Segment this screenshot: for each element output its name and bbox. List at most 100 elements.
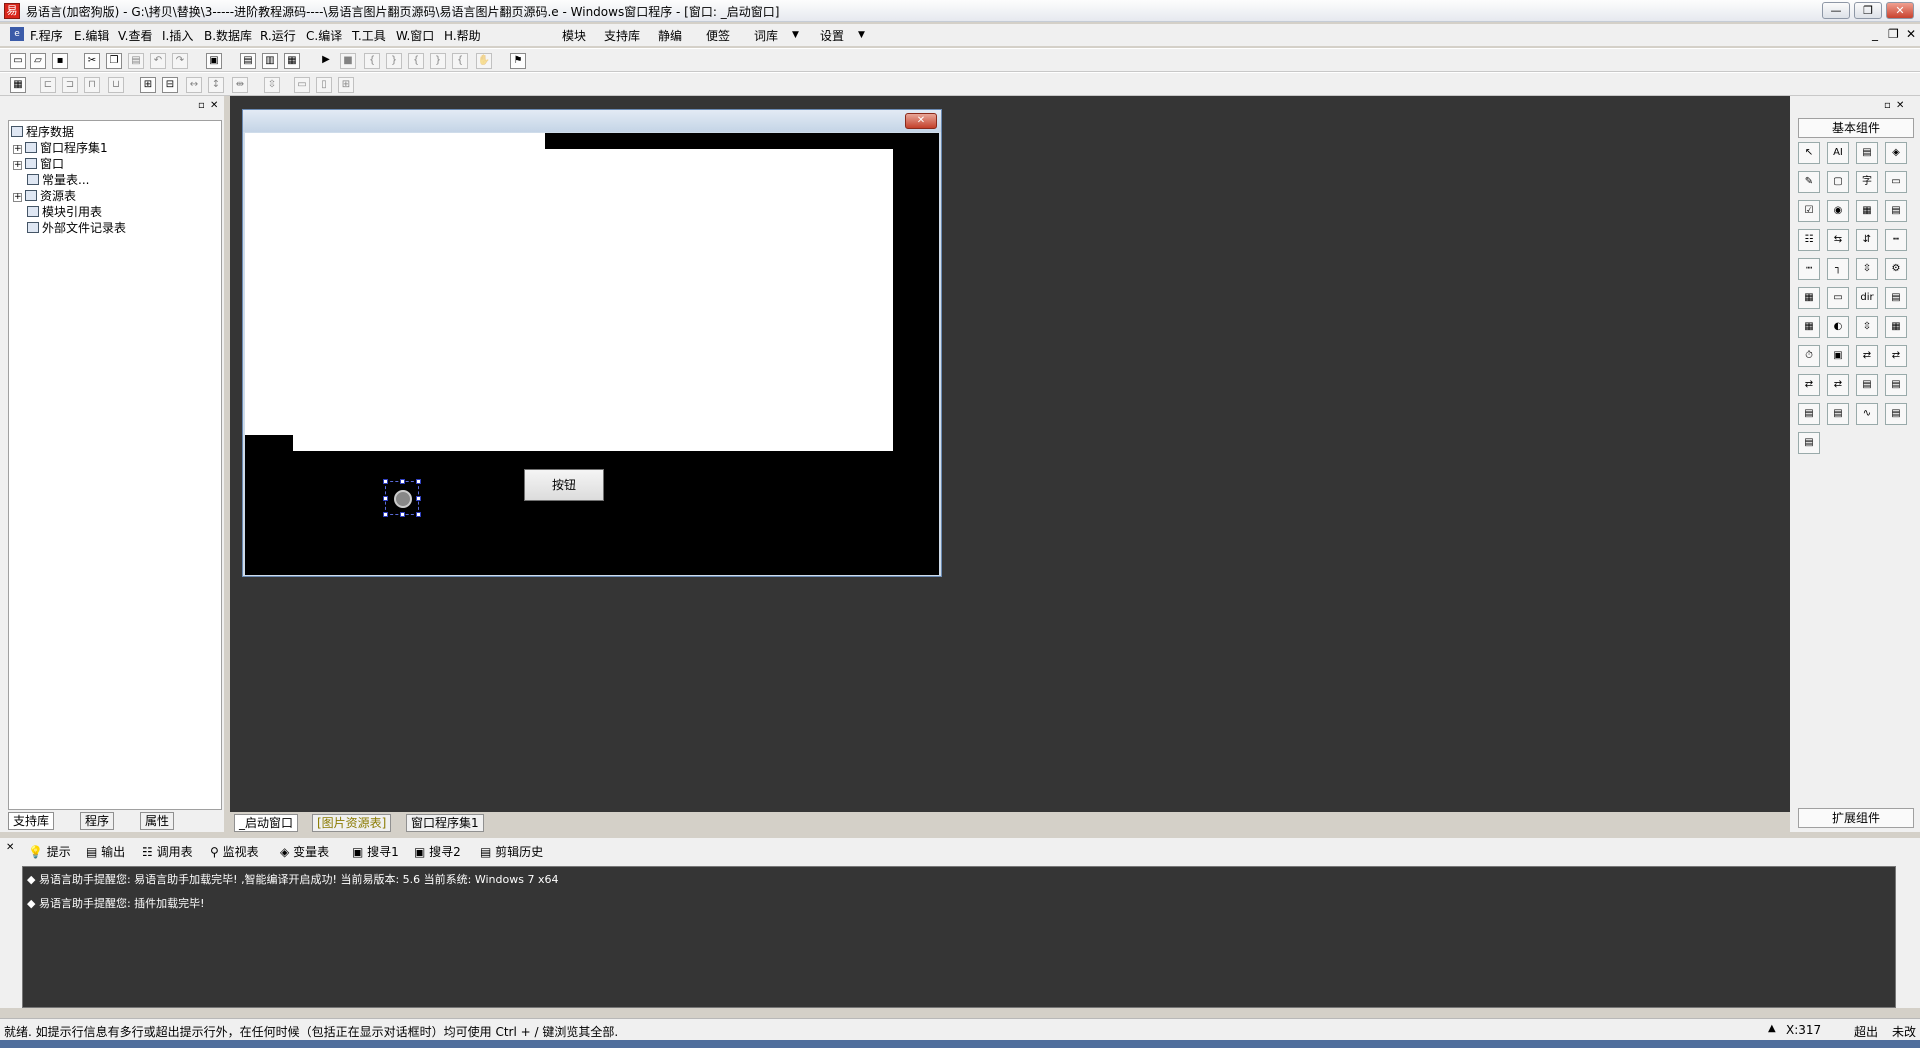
calendar-icon[interactable]: ▦ [1798, 287, 1820, 309]
editbox-icon[interactable]: ✎ [1798, 171, 1820, 193]
copy-icon[interactable]: ❐ [106, 53, 122, 69]
grid-view-icon[interactable]: ▤ [1885, 374, 1907, 396]
tab-form-assembly[interactable]: 窗口程序集1 [406, 814, 484, 832]
tab-startup-window[interactable]: _启动窗口 [234, 814, 299, 832]
tab-properties[interactable]: 属性 [140, 812, 175, 830]
filebox-icon[interactable]: ▤ [1885, 287, 1907, 309]
combobox-icon[interactable]: ▦ [1856, 200, 1878, 222]
socket-icon[interactable]: ⇄ [1798, 374, 1820, 396]
width-icon[interactable]: ↔ [186, 77, 202, 93]
tree-item-external-files[interactable]: 外部文件记录表 [27, 219, 126, 236]
panel-pin-icon[interactable]: ▫ [1884, 100, 1891, 111]
resize-handle[interactable] [400, 512, 405, 517]
drivebox-icon[interactable]: ▭ [1827, 287, 1849, 309]
tab-variables[interactable]: ◈ 变量表 [280, 843, 329, 860]
button-icon[interactable]: ▭ [1885, 171, 1907, 193]
menu-compile[interactable]: C.编译 [306, 27, 342, 44]
tree-item-window[interactable]: + 窗口 [13, 155, 64, 172]
hand-icon[interactable]: ✋ [476, 53, 492, 69]
undo-icon[interactable]: ↶ [150, 53, 166, 69]
output-textbox[interactable]: ◆ 易语言助手提醒您: 易语言助手加载完毕! ,智能编译开启成功! 当前易版本:… [22, 866, 1896, 1008]
grid-icon[interactable]: ⊞ [338, 77, 354, 93]
mdi-restore-button[interactable]: ❐ [1888, 27, 1899, 41]
splitter-icon[interactable]: ⇳ [1856, 316, 1878, 338]
tree-root[interactable]: 程序数据 [11, 123, 74, 140]
db-provider-icon[interactable]: ▤ [1798, 403, 1820, 425]
redo-icon[interactable]: ↷ [172, 53, 188, 69]
menu-static-compile[interactable]: 静编 [658, 27, 682, 44]
app-menu-icon[interactable]: e [10, 27, 24, 41]
step4-icon[interactable]: } [430, 53, 446, 69]
dirbox-icon[interactable]: dir [1856, 287, 1878, 309]
chart-icon[interactable]: ∿ [1856, 403, 1878, 425]
step1-icon[interactable]: { [364, 53, 380, 69]
menu-view[interactable]: V.查看 [118, 27, 152, 44]
menu-window[interactable]: W.窗口 [396, 27, 434, 44]
expand-icon[interactable]: + [13, 145, 22, 154]
listbox-icon[interactable]: ▤ [1885, 200, 1907, 222]
resize-handle[interactable] [416, 512, 421, 517]
panel-close-icon[interactable]: ✕ [1896, 100, 1904, 111]
tree-item-module-refs[interactable]: 模块引用表 [27, 203, 102, 220]
scroll-up-icon[interactable]: ▲ [1768, 1023, 1776, 1034]
menu-tools[interactable]: T.工具 [352, 27, 386, 44]
checklist-icon[interactable]: ☷ [1798, 229, 1820, 251]
stop-icon[interactable]: ■ [340, 53, 356, 69]
minimize-button[interactable]: — [1822, 2, 1850, 19]
menu-run[interactable]: R.运行 [260, 27, 296, 44]
basic-components-header[interactable]: 基本组件 [1798, 118, 1914, 138]
progress-icon[interactable]: ┅ [1885, 229, 1907, 251]
size2-icon[interactable]: ▯ [316, 77, 332, 93]
picture-icon[interactable]: ▤ [1856, 142, 1878, 164]
form-button[interactable]: 按钮 [524, 469, 604, 501]
mdi-minimize-button[interactable]: _ [1872, 27, 1878, 41]
tab-search1[interactable]: ▣ 搜寻1 [352, 843, 399, 860]
resize-handle[interactable] [383, 479, 388, 484]
open-icon[interactable]: ▱ [30, 53, 46, 69]
db-icon[interactable]: ▤ [1827, 403, 1849, 425]
client-icon[interactable]: ⇄ [1827, 374, 1849, 396]
step3-icon[interactable]: { [408, 53, 424, 69]
label-icon[interactable]: AI [1827, 142, 1849, 164]
tab-clip-history[interactable]: ▤ 剪辑历史 [480, 843, 543, 860]
menu-notes[interactable]: 便签 [706, 27, 730, 44]
close-button[interactable]: ✕ [1886, 2, 1914, 19]
layout3-icon[interactable]: ▦ [284, 53, 300, 69]
step5-icon[interactable]: { [452, 53, 468, 69]
tab-call-table[interactable]: ☷ 调用表 [142, 843, 193, 860]
designer-close-icon[interactable]: ✕ [905, 113, 937, 129]
tab-output[interactable]: ▤ 输出 [86, 843, 125, 860]
resize-handle[interactable] [416, 496, 421, 501]
panel-close-icon[interactable]: ✕ [6, 842, 14, 853]
menu-database[interactable]: B.数据库 [204, 27, 252, 44]
hscroll-icon[interactable]: ⇆ [1827, 229, 1849, 251]
timer-icon[interactable]: ⏱ [1798, 345, 1820, 367]
new-icon[interactable]: ▭ [10, 53, 26, 69]
colorpicker-icon[interactable]: ▦ [1798, 316, 1820, 338]
align-bottom-icon[interactable]: ⊔ [108, 77, 124, 93]
align-top-icon[interactable]: ⊓ [84, 77, 100, 93]
paste-icon[interactable]: ▤ [128, 53, 144, 69]
space-v-icon[interactable]: ⇳ [264, 77, 280, 93]
align-right-icon[interactable]: ⊐ [62, 77, 78, 93]
printer-icon[interactable]: ▣ [1827, 345, 1849, 367]
center-v-icon[interactable]: ⊟ [162, 77, 178, 93]
slider-icon[interactable]: ┉ [1798, 258, 1820, 280]
designer-client-area[interactable] [245, 133, 939, 575]
tab-program[interactable]: 程序 [80, 812, 115, 830]
menu-insert[interactable]: I.插入 [162, 27, 193, 44]
menu-settings[interactable]: 设置 [820, 27, 844, 44]
menu-support-lib[interactable]: 支持库 [604, 27, 640, 44]
run-icon[interactable]: ▶ [318, 53, 334, 69]
tab-hint[interactable]: 💡 提示 [28, 843, 71, 860]
tab-image-resources[interactable]: [图片资源表] [312, 814, 392, 832]
tree-item-resources[interactable]: + 资源表 [13, 187, 76, 204]
menu-dictionary[interactable]: 词库 [754, 27, 778, 44]
form-icon[interactable]: ▦ [10, 77, 26, 93]
expand-icon[interactable]: + [13, 161, 22, 170]
mdi-close-button[interactable]: ✕ [1906, 27, 1916, 41]
hyperlink-icon[interactable]: ◐ [1827, 316, 1849, 338]
restore-button[interactable]: ❐ [1854, 2, 1882, 19]
text-icon[interactable]: 字 [1856, 171, 1878, 193]
radio-icon[interactable]: ◉ [1827, 200, 1849, 222]
